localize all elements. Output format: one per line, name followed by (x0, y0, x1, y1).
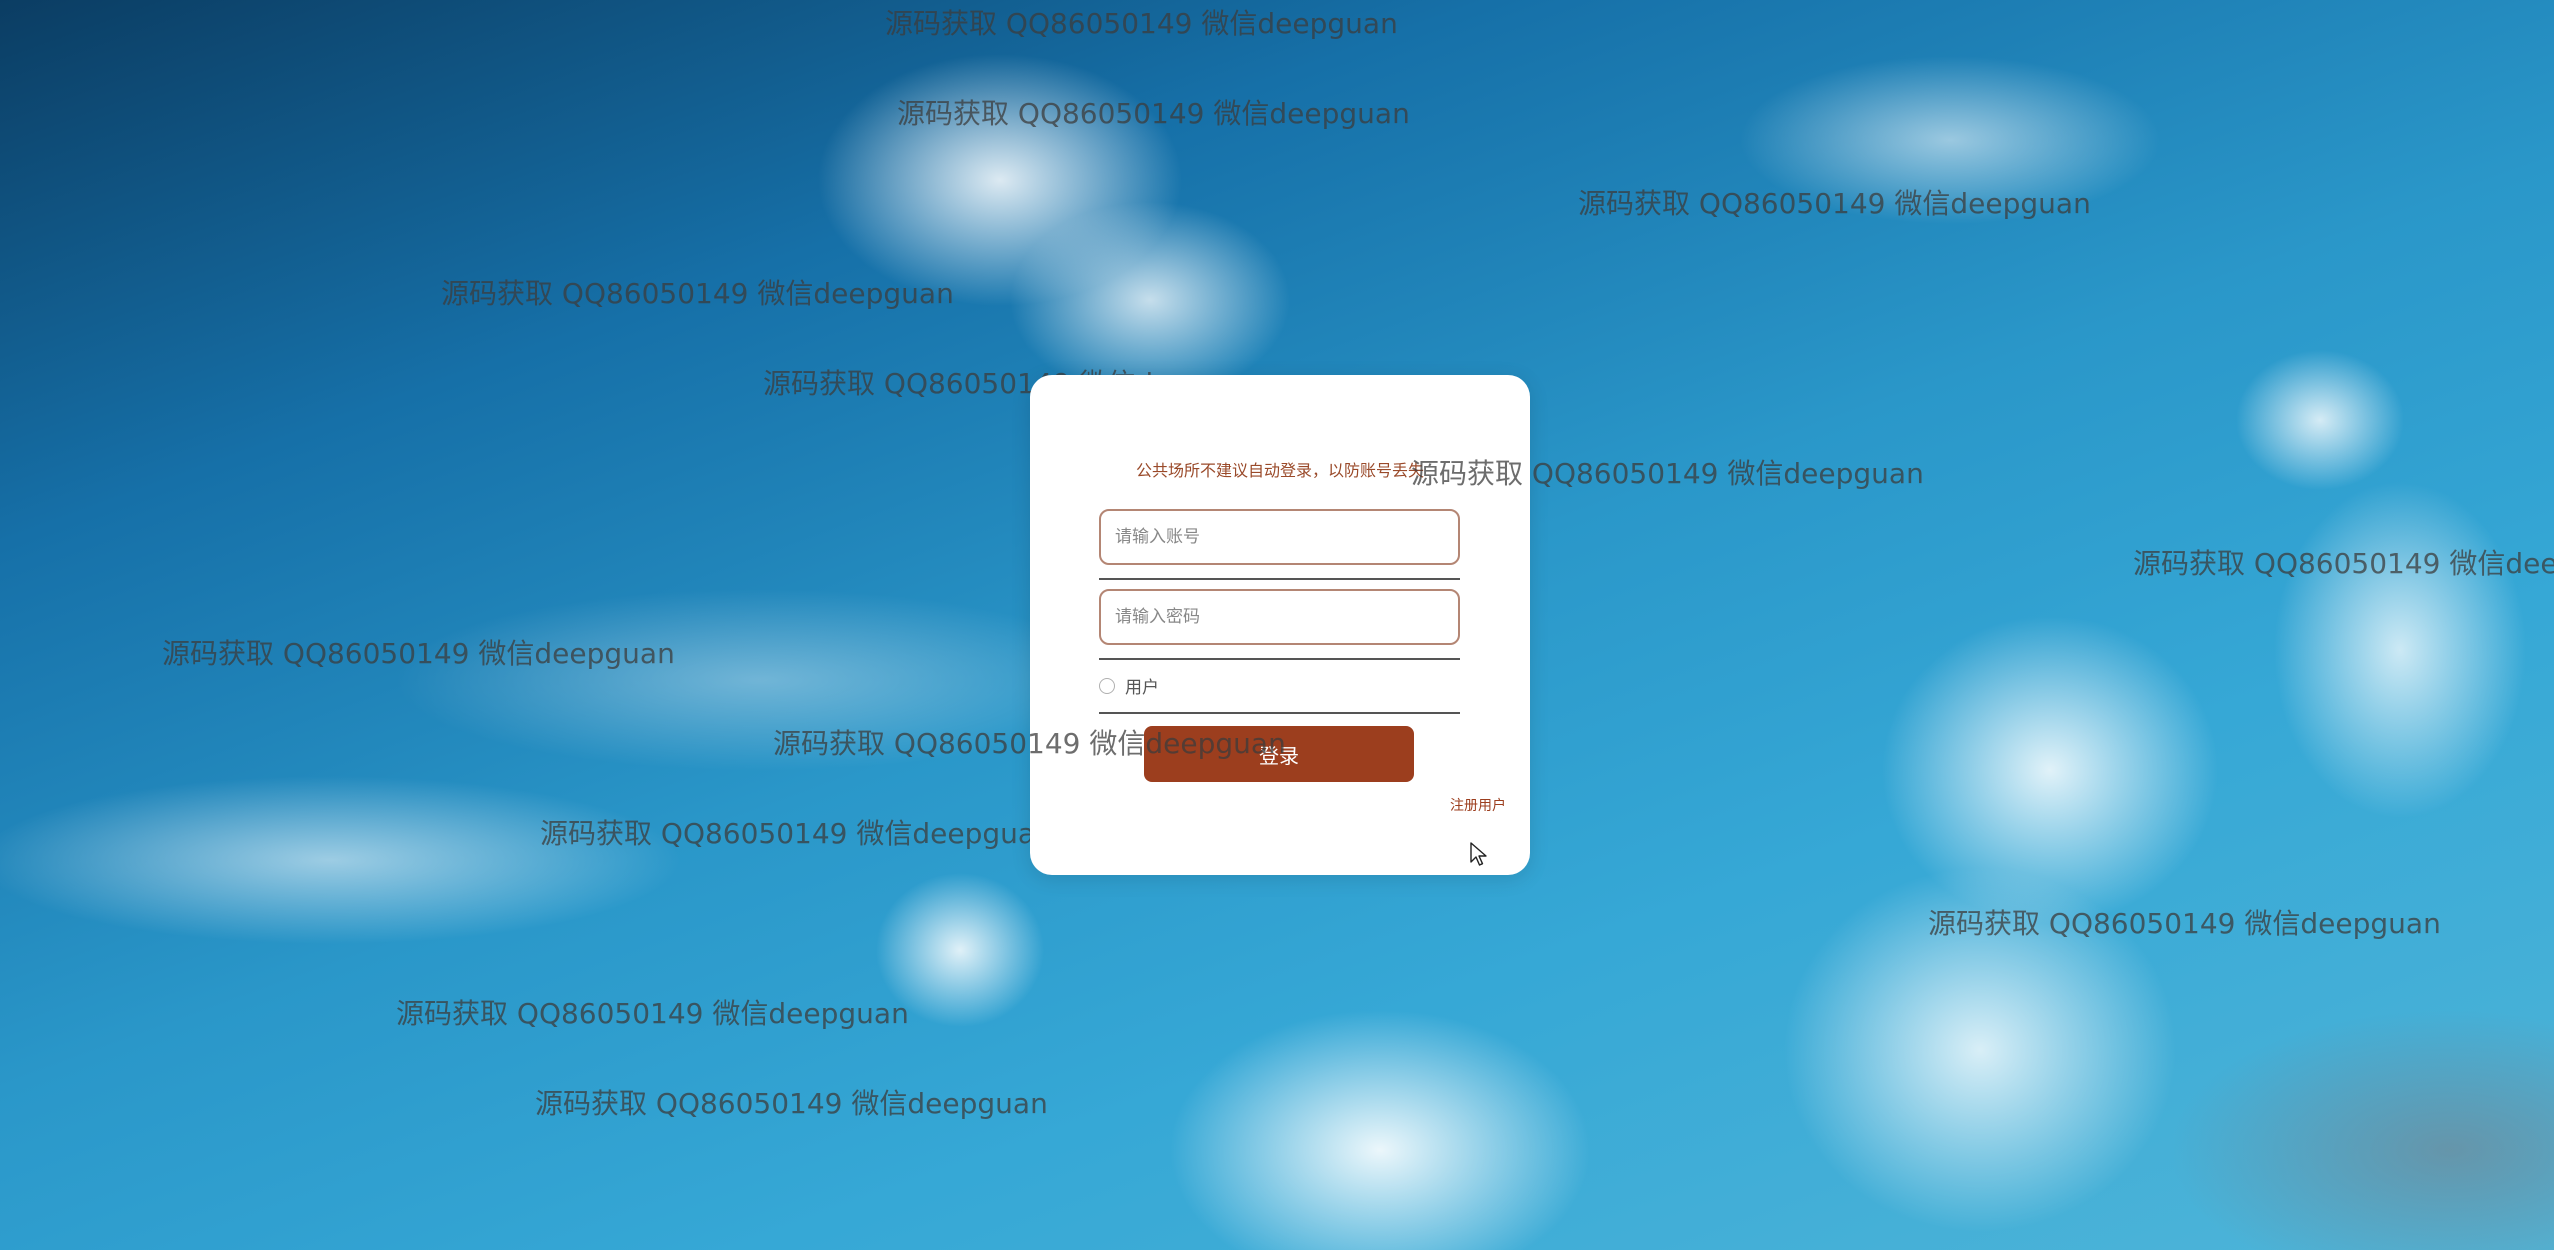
role-option-user[interactable]: 用户 (1099, 673, 1159, 698)
role-label: 用户 (1125, 678, 1159, 698)
watermark-text: 源码获取 QQ86050149 微信deepguan (897, 97, 1410, 130)
watermark-text: 源码获取 QQ86050149 微信deepguan (540, 817, 1053, 850)
password-divider (1099, 658, 1460, 660)
watermark-text: 源码获取 QQ86050149 微信deepguan (396, 997, 909, 1030)
watermark-text: 源码获取 QQ86050149 微信deepguan (535, 1087, 1048, 1120)
username-input[interactable] (1099, 509, 1460, 565)
password-field-wrap (1099, 589, 1460, 645)
watermark-text: 源码获取 QQ86050149 微信deepguan (773, 727, 1286, 760)
watermark-text: 源码获取 QQ86050149 微信deepguan (2133, 547, 2554, 580)
watermark-text: 源码获取 QQ86050149 微信deepguan (1411, 457, 1924, 490)
password-input[interactable] (1099, 589, 1460, 645)
register-link[interactable]: 注册用户 (1450, 795, 1506, 815)
watermark-text: 源码获取 QQ86050149 微信deepguan (162, 637, 675, 670)
watermark-text: 源码获取 QQ86050149 微信deepguan (885, 7, 1398, 40)
username-divider (1099, 578, 1460, 580)
mouse-pointer-icon (1470, 842, 1487, 866)
role-divider (1099, 712, 1460, 714)
watermark-text: 源码获取 QQ86050149 微信deepguan (1578, 187, 2091, 220)
watermark-text: 源码获取 QQ86050149 微信deepguan (1928, 907, 2441, 940)
login-card: 公共场所不建议自动登录，以防账号丢失 用户 登录 注册用户 (1030, 375, 1530, 875)
watermark-text: 源码获取 QQ86050149 微信deepguan (441, 277, 954, 310)
username-field-wrap (1099, 509, 1460, 565)
radio-unchecked-icon[interactable] (1099, 677, 1115, 694)
